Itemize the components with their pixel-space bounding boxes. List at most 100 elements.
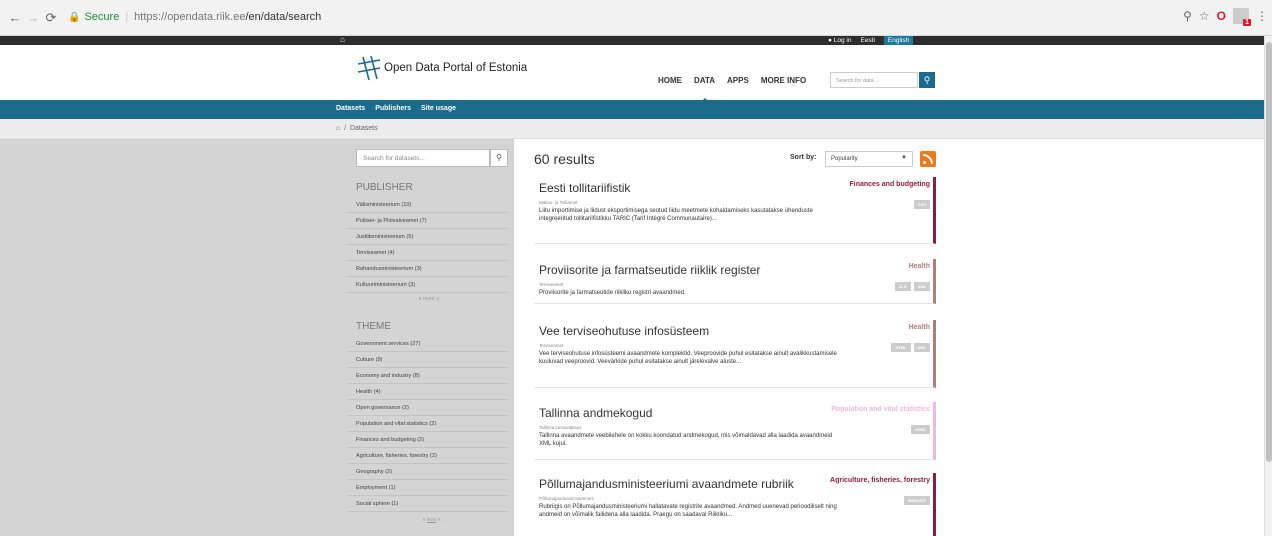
publisher-list: Välisministeerium (10) Politsei- ja Piir… xyxy=(347,197,514,293)
filter-sidebar: Search for datasets... ⚲ PUBLISHER Välis… xyxy=(347,139,514,536)
dataset-card[interactable]: Vee terviseohutuse infosüsteem Health Te… xyxy=(534,320,936,388)
lang-estonian-link[interactable]: Eesti xyxy=(860,37,874,44)
opera-icon[interactable]: O xyxy=(1217,9,1226,23)
menu-kebab-icon[interactable]: ⋮ xyxy=(1256,9,1268,23)
theme-list: Government services (27) Culture (9) Eco… xyxy=(347,336,514,512)
subnav-datasets[interactable]: Datasets xyxy=(336,105,365,112)
publisher-item[interactable]: Välisministeerium (10) xyxy=(347,197,508,213)
dataset-category: Health xyxy=(908,263,930,270)
format-badge: HTML xyxy=(891,343,911,352)
nav-apps[interactable]: APPS xyxy=(727,76,749,85)
theme-item[interactable]: Agriculture, fisheries, forestry (2) xyxy=(347,448,508,464)
dataset-publisher: Maksu- ja Tolliamet xyxy=(539,200,578,205)
site-logo[interactable]: Open Data Portal of Estonia xyxy=(356,55,527,81)
dataset-title[interactable]: Eesti tollitariifistik xyxy=(539,181,630,195)
dataset-title[interactable]: Põllumajandusministeeriumi avaandmete ru… xyxy=(539,477,794,491)
publisher-heading: PUBLISHER xyxy=(356,182,413,193)
dataset-category: Health xyxy=(908,324,930,331)
reload-icon[interactable]: ⟳ xyxy=(42,10,60,26)
login-label: Log in xyxy=(833,37,852,44)
forward-icon[interactable]: → xyxy=(24,10,42,25)
zoom-icon[interactable]: ⚲ xyxy=(1183,9,1192,23)
format-badge: WEBSITE xyxy=(903,496,930,505)
publisher-item[interactable]: Terviseamet (4) xyxy=(347,245,508,261)
theme-item[interactable]: Population and vital statistics (2) xyxy=(347,416,508,432)
more-label: more xyxy=(423,296,435,302)
dataset-card[interactable]: Põllumajandusministeeriumi avaandmete ru… xyxy=(534,473,936,536)
breadcrumb-home-icon[interactable]: ⌂ xyxy=(336,125,340,132)
page-scrollbar[interactable] xyxy=(1264,36,1272,536)
less-label: less xyxy=(427,517,436,523)
dataset-description: Liitu importimise ja liidust eksportimis… xyxy=(539,208,813,222)
dataset-title[interactable]: Tallinna andmekogud xyxy=(539,406,652,420)
dataset-publisher: Terviseamet xyxy=(539,282,564,287)
address-bar[interactable]: 🔒 Secure | https://opendata.riik.ee/en/d… xyxy=(68,6,1272,28)
header-search-input[interactable]: Search for data... xyxy=(830,72,918,88)
login-link[interactable]: ● Log in xyxy=(828,37,851,44)
breadcrumb-separator: / xyxy=(344,125,347,132)
dataset-card[interactable]: Eesti tollitariifistik Finances and budg… xyxy=(534,177,936,244)
home-icon[interactable]: ⌂ xyxy=(340,35,345,44)
address-separator: | xyxy=(125,11,129,23)
theme-heading: THEME xyxy=(356,321,391,332)
dataset-description: Vee terviseohutuse infosüsteemi avaandme… xyxy=(539,351,837,365)
publisher-item[interactable]: Kultuuriministeerium (3) xyxy=(347,277,508,293)
extension-icon[interactable]: 1 xyxy=(1233,8,1251,26)
back-icon[interactable]: ← xyxy=(6,10,24,25)
subnav-site-usage[interactable]: Site usage xyxy=(421,105,456,112)
dataset-publisher: Tallinna Linnavalitsus xyxy=(539,425,582,430)
extension-badge: 1 xyxy=(1243,19,1251,26)
url-host: https://opendata.riik.ee xyxy=(134,11,246,23)
url-path: /en/data/search xyxy=(245,11,322,23)
search-icon: ⚲ xyxy=(923,75,931,85)
sort-select[interactable]: Popularity ▼ xyxy=(825,151,913,167)
lang-english-link[interactable]: English xyxy=(883,36,914,45)
nav-home[interactable]: HOME xyxy=(658,76,682,85)
results-count: 60 results xyxy=(534,151,595,167)
breadcrumb: ⌂ / Datasets xyxy=(0,119,1272,139)
site-header: Open Data Portal of Estonia HOME DATA AP… xyxy=(0,45,1272,103)
nav-data[interactable]: DATA xyxy=(694,76,715,103)
sub-nav: Datasets Publishers Site usage xyxy=(0,100,1272,119)
logo-mark-icon xyxy=(357,55,381,81)
dataset-category: Agriculture, fisheries, forestry xyxy=(830,477,930,484)
theme-item[interactable]: Finances and budgeting (2) xyxy=(347,432,508,448)
scrollbar-thumb[interactable] xyxy=(1266,42,1272,462)
dataset-card[interactable]: Tallinna andmekogud Population and vital… xyxy=(534,402,936,460)
results-panel: 60 results Sort by: Popularity ▼ Eesti to… xyxy=(514,139,948,536)
nav-more-info[interactable]: MORE INFO xyxy=(761,76,806,85)
sort-value: Popularity xyxy=(831,156,858,162)
breadcrumb-current: Datasets xyxy=(349,125,378,132)
theme-item[interactable]: Government services (27) xyxy=(347,336,508,352)
theme-item[interactable]: Culture (9) xyxy=(347,352,508,368)
subnav-publishers[interactable]: Publishers xyxy=(375,105,411,112)
theme-item[interactable]: Social sphere (1) xyxy=(347,496,508,512)
theme-item[interactable]: Health (4) xyxy=(347,384,508,400)
bookmark-star-icon[interactable]: ☆ xyxy=(1199,9,1210,23)
theme-item[interactable]: Economy and industry (8) xyxy=(347,368,508,384)
theme-less-link[interactable]: ∧ less ∧ xyxy=(422,517,441,523)
dataset-search-button[interactable]: ⚲ xyxy=(490,149,508,167)
publisher-item[interactable]: Rahandusministeerium (3) xyxy=(347,261,508,277)
publisher-more-link[interactable]: ∨ more ∨ xyxy=(418,296,440,302)
dataset-title[interactable]: Proviisorite ja farmatseutide riiklik re… xyxy=(539,263,760,277)
dataset-card[interactable]: Proviisorite ja farmatseutide riiklik re… xyxy=(534,259,936,304)
publisher-item[interactable]: Politsei- ja Piirivalveamet (7) xyxy=(347,213,508,229)
chevron-up-icon: ∧ xyxy=(422,517,426,523)
main-nav: HOME DATA APPS MORE INFO xyxy=(658,76,806,103)
format-badge: HTML xyxy=(910,425,930,434)
theme-item[interactable]: Geography (2) xyxy=(347,464,508,480)
dataset-search-input[interactable]: Search for datasets... xyxy=(356,149,490,167)
dataset-publisher: Põllumajandusministeerium xyxy=(539,496,595,501)
caret-down-icon: ▼ xyxy=(901,155,907,161)
dataset-title[interactable]: Vee terviseohutuse infosüsteem xyxy=(539,324,709,338)
theme-item[interactable]: Open governance (2) xyxy=(347,400,508,416)
header-search-button[interactable]: ⚲ xyxy=(919,72,935,88)
format-badge: CSV xyxy=(913,200,930,209)
dataset-description: Rubriigis on Põllumajandusministeeriumi … xyxy=(539,504,837,518)
browser-toolbar: ← → ⟳ 🔒 Secure | https://opendata.riik.e… xyxy=(0,0,1272,36)
publisher-item[interactable]: Justiitsministeerium (5) xyxy=(347,229,508,245)
format-badge: XML xyxy=(913,282,930,291)
theme-item[interactable]: Employment (1) xyxy=(347,480,508,496)
rss-icon[interactable] xyxy=(920,151,936,167)
